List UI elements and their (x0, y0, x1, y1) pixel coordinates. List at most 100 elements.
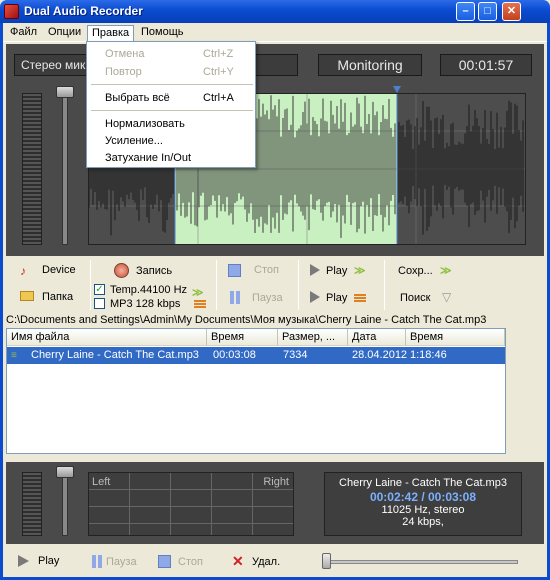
minimize-button[interactable]: – (456, 2, 475, 21)
menu-item-undo[interactable]: Отмена (105, 48, 144, 60)
search-button[interactable]: Поиск ▽ (400, 290, 470, 307)
now-playing-progress: 00:02:42 / 00:03:08 (369, 490, 477, 504)
menu-item-fade[interactable]: Затухание In/Out (105, 152, 191, 164)
delete-label: Удал. (252, 556, 281, 568)
mp3-format-checkbox[interactable] (94, 298, 105, 309)
select-all-shortcut: Ctrl+A (203, 92, 234, 104)
player-stop-label: Стоп (178, 556, 203, 568)
pause-icon (230, 291, 234, 304)
column-header-duration[interactable]: Время (207, 329, 278, 346)
player-stop-button[interactable]: Стоп (158, 554, 214, 570)
player-pause-label: Пауза (106, 556, 137, 568)
wave-icon: ≫ (354, 265, 366, 277)
now-playing-bitrate: 24 kbps, (402, 516, 444, 528)
player-volume-track[interactable] (62, 472, 68, 536)
save-wave-icon: ≫ (440, 265, 452, 277)
play-mp3-button[interactable]: Play (310, 291, 382, 307)
title-bar: Dual Audio Recorder – □ ✕ (0, 0, 550, 23)
window-title: Dual Audio Recorder (24, 4, 143, 18)
left-channel-label: Left (92, 476, 111, 488)
now-playing-display: Cherry Laine - Catch The Cat.mp3 00:02:4… (324, 472, 522, 536)
menu-item-redo[interactable]: Повтор (105, 66, 142, 78)
delete-button[interactable]: ✕ Удал. (232, 553, 288, 570)
close-button[interactable]: ✕ (502, 2, 521, 21)
spectrum-meter: Left Right (88, 472, 294, 536)
mp3-icon (354, 294, 366, 302)
record-button[interactable]: Запись (114, 263, 210, 279)
stop-record-label: Стоп (254, 264, 279, 276)
funnel-icon: ▽ (442, 290, 452, 304)
player-volume-thumb[interactable] (56, 466, 74, 478)
play-recording-label: Play (326, 265, 348, 277)
volume-slider-thumb[interactable] (56, 86, 74, 98)
app-icon (4, 4, 19, 19)
temp-format-label: Temp.44100 Hz (110, 284, 188, 296)
save-button[interactable]: Сохр... ≫ (398, 264, 468, 280)
file-name: Cherry Laine - Catch The Cat.mp3 (31, 349, 199, 361)
search-label: Поиск (400, 292, 431, 304)
folder-icon (20, 291, 34, 301)
play-icon (310, 264, 320, 276)
now-playing-format: 11025 Hz, stereo (381, 504, 465, 516)
delete-icon: ✕ (232, 553, 244, 569)
window-frame (0, 23, 3, 580)
file-size: 7334 (283, 349, 308, 361)
temp-format-checkbox[interactable]: ✓ (94, 284, 105, 295)
menu-separator (91, 84, 253, 85)
right-channel-label: Right (263, 476, 289, 488)
play-icon (310, 291, 320, 303)
folder-button[interactable]: Папка (20, 290, 104, 306)
column-header-time[interactable]: Время (406, 329, 505, 346)
player-pause-button[interactable]: Пауза (90, 554, 146, 570)
table-row[interactable]: ≡ Cherry Laine - Catch The Cat.mp3 00:03… (7, 347, 505, 364)
save-label: Сохр... (398, 265, 433, 277)
file-time: 1:18:46 (410, 349, 447, 361)
record-icon (114, 263, 129, 278)
menu-help[interactable]: Помощь (137, 25, 188, 41)
menu-item-select-all[interactable]: Выбрать всё (105, 92, 170, 104)
player-play-label: Play (38, 555, 60, 567)
pause-icon (92, 555, 96, 568)
playhead-marker[interactable] (393, 86, 401, 93)
file-duration: 00:03:08 (213, 349, 256, 361)
menu-item-amplify[interactable]: Усиление... (105, 135, 163, 147)
edit-menu-popup: Отмена Ctrl+Z Повтор Ctrl+Y Выбрать всё … (86, 41, 256, 168)
player-level-meter (22, 472, 42, 536)
seek-slider-track[interactable] (326, 560, 518, 564)
status-display: Monitoring (318, 54, 422, 76)
column-header-date[interactable]: Дата (348, 329, 406, 346)
play-recording-button[interactable]: Play ≫ (310, 264, 382, 280)
redo-shortcut: Ctrl+Y (203, 66, 234, 78)
file-list[interactable]: Имя файла Время Размер, ... Дата Время ≡… (6, 328, 506, 454)
device-icon: ♪ (20, 264, 26, 278)
menu-bar: Файл Опции Правка Помощь (3, 23, 547, 42)
menu-file[interactable]: Файл (6, 25, 41, 41)
file-date: 28.04.2012 (352, 349, 408, 361)
mp3-settings-icon[interactable] (194, 300, 206, 308)
temp-settings-icon[interactable]: ≫ (192, 286, 204, 299)
pause-record-button[interactable]: Пауза (228, 290, 288, 306)
column-header-name[interactable]: Имя файла (7, 329, 207, 346)
device-button[interactable]: ♪ Device (20, 263, 104, 279)
folder-label: Папка (42, 291, 74, 303)
volume-slider-track[interactable] (62, 93, 68, 245)
stop-record-button[interactable]: Стоп (228, 263, 288, 279)
play-mp3-label: Play (326, 292, 348, 304)
list-side-area (507, 328, 544, 454)
play-icon (18, 555, 29, 567)
seek-slider-thumb[interactable] (322, 553, 331, 569)
menu-separator (91, 110, 253, 111)
device-label: Device (42, 264, 76, 276)
stop-icon (228, 264, 241, 277)
menu-options[interactable]: Опции (44, 25, 85, 41)
player-play-button[interactable]: Play (18, 554, 70, 570)
maximize-button[interactable]: □ (478, 2, 497, 21)
pause-record-label: Пауза (252, 292, 283, 304)
record-label: Запись (136, 265, 173, 277)
column-header-size[interactable]: Размер, ... (278, 329, 348, 346)
menu-edit[interactable]: Правка (87, 25, 135, 41)
now-playing-title: Cherry Laine - Catch The Cat.mp3 (339, 477, 507, 489)
undo-shortcut: Ctrl+Z (203, 48, 234, 60)
menu-item-normalize[interactable]: Нормализовать (105, 118, 185, 130)
stop-icon (158, 555, 171, 568)
